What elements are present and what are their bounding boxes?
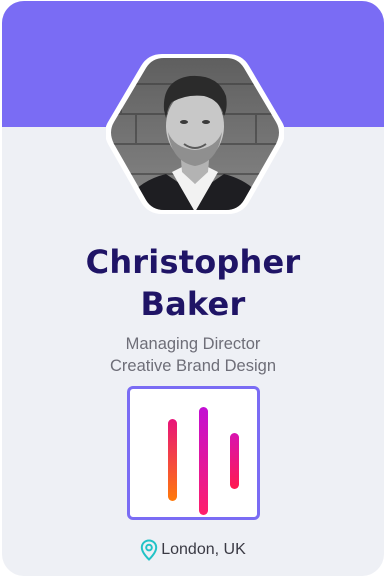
profile-name: Christopher Baker (2, 241, 384, 325)
last-name: Baker (140, 285, 246, 323)
company-name: Creative Brand Design (110, 357, 276, 375)
avatar (106, 44, 284, 224)
map-pin-icon (141, 539, 158, 561)
location: London, UK (2, 539, 384, 561)
location-text: London, UK (161, 541, 246, 558)
job-title: Managing Director (125, 335, 261, 353)
first-name: Christopher (85, 243, 301, 281)
company-logo (127, 386, 260, 520)
profile-card: Christopher Baker Managing Director Crea… (2, 1, 384, 576)
brand-bars-logo-icon (168, 407, 239, 515)
